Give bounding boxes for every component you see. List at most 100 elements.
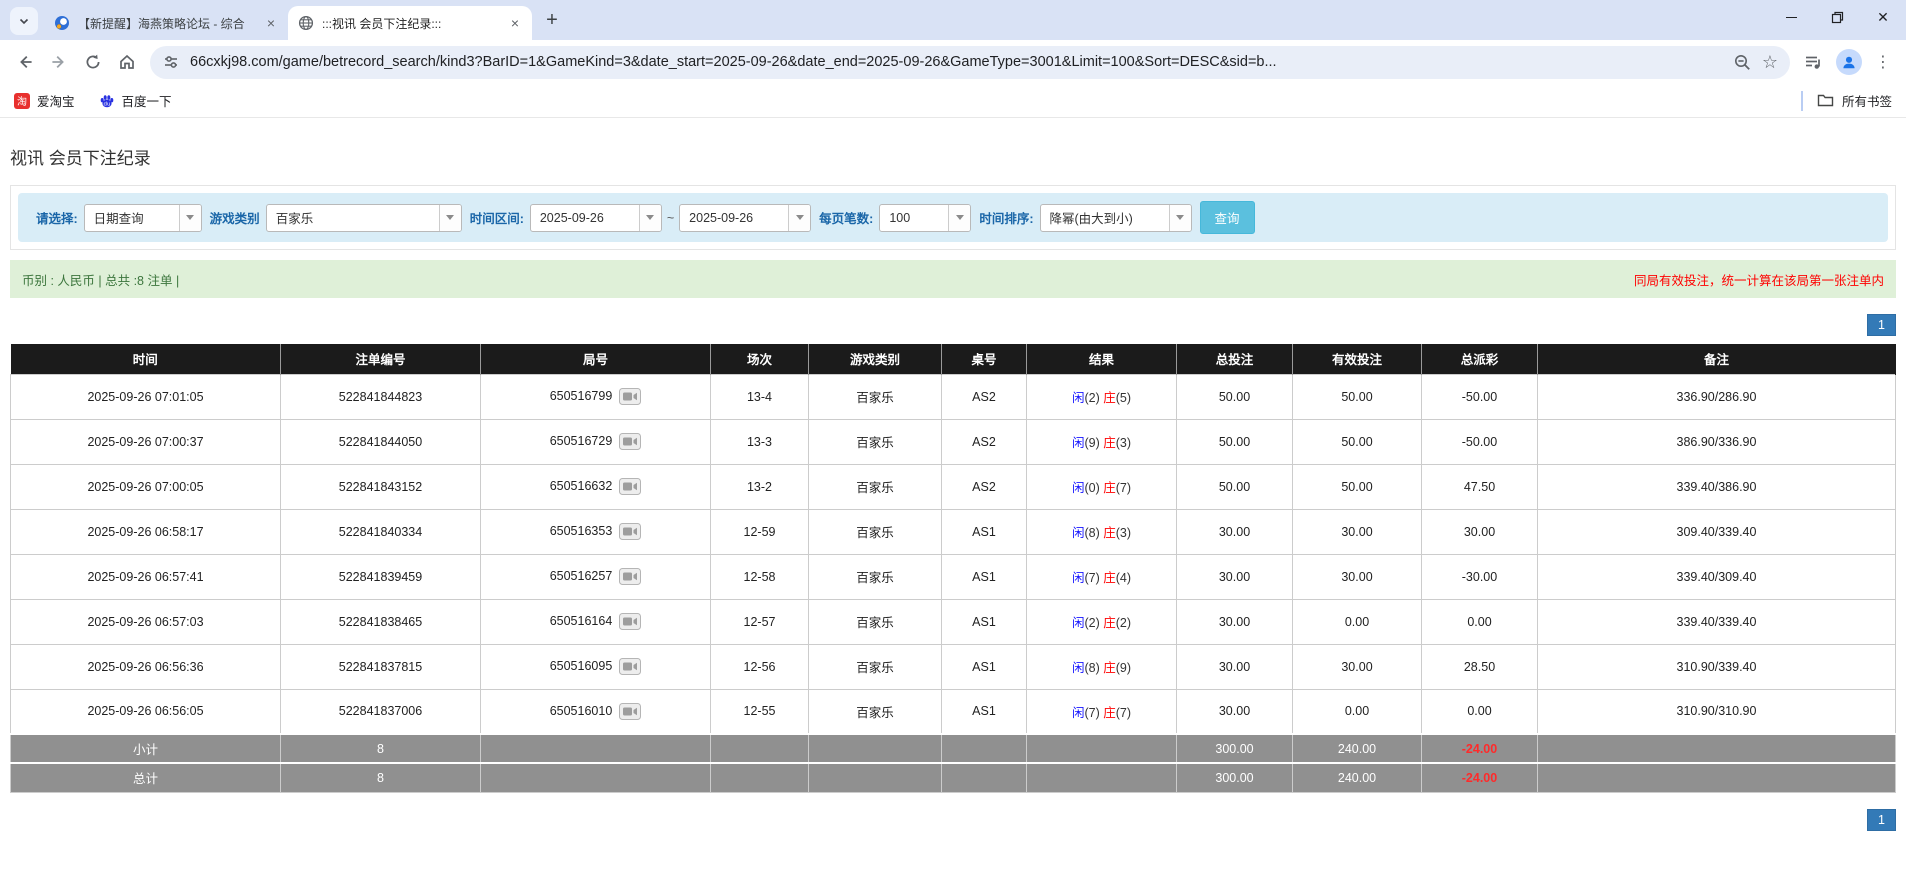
avatar-person-icon — [1840, 53, 1858, 71]
table-row: 2025-09-26 06:56:05 522841837006 6505160… — [11, 689, 1896, 734]
tab-strip: 【新提醒】海燕策略论坛 - 综合 × :::视讯 会员下注纪录::: × + ✕ — [0, 0, 1906, 40]
game-type-select[interactable]: 百家乐 — [266, 204, 462, 232]
browser-toolbar: 66cxkj98.com/game/betrecord_search/kind3… — [0, 40, 1906, 84]
forward-button[interactable] — [42, 45, 76, 79]
tab-bet-records[interactable]: :::视讯 会员下注纪录::: × — [288, 6, 532, 40]
new-tab-button[interactable]: + — [538, 6, 566, 34]
filter-bar: 请选择: 日期查询 游戏类别 百家乐 时间区间: 2025-09-26 ~ 20… — [18, 193, 1888, 242]
back-icon — [15, 52, 35, 72]
header-round: 局号 — [481, 344, 711, 374]
address-bar[interactable]: 66cxkj98.com/game/betrecord_search/kind3… — [150, 46, 1790, 79]
sort-order-value: 降幂(由大到小) — [1041, 208, 1169, 227]
cell-game-type: 百家乐 — [809, 554, 942, 599]
cell-time: 2025-09-26 06:58:17 — [11, 509, 281, 554]
reload-button[interactable] — [76, 45, 110, 79]
video-replay-button[interactable] — [619, 613, 641, 630]
video-replay-icon — [619, 523, 641, 540]
cell-round: 650516632 — [481, 464, 711, 509]
page-title: 视讯 会员下注纪录 — [10, 144, 1906, 169]
bet-records-table: 时间 注单编号 局号 场次 游戏类别 桌号 结果 总投注 有效投注 总派彩 备注… — [10, 344, 1896, 793]
header-session: 场次 — [711, 344, 809, 374]
window-minimize-button[interactable] — [1768, 0, 1814, 34]
home-button[interactable] — [110, 45, 144, 79]
video-replay-button[interactable] — [619, 433, 641, 450]
cell-bet-id: 522841844823 — [281, 374, 481, 419]
cell-result: 闲(7) 庄(4) — [1027, 554, 1177, 599]
cell-table-no: AS1 — [942, 554, 1027, 599]
round-number: 650516257 — [550, 569, 613, 583]
back-button[interactable] — [8, 45, 42, 79]
restore-icon — [1831, 11, 1844, 24]
cell-payout: 0.00 — [1422, 599, 1538, 644]
cell-note: 386.90/336.90 — [1538, 419, 1896, 464]
cell-round: 650516353 — [481, 509, 711, 554]
bookmark-star-button[interactable]: ☆ — [1762, 52, 1778, 73]
bookmarks-bar: 淘 爱淘宝 du 百度一下 所有书签 — [0, 84, 1906, 118]
cell-total-bet: 50.00 — [1177, 419, 1293, 464]
chevron-down-icon — [18, 15, 30, 27]
page-size-label: 每页笔数: — [819, 208, 873, 227]
baidu-paw-icon: du — [99, 93, 115, 109]
media-controls-button[interactable] — [1796, 45, 1830, 79]
notice-text: 同局有效投注，统一计算在该局第一张注单内 — [1634, 270, 1884, 289]
date-end-select[interactable]: 2025-09-26 — [679, 204, 811, 232]
table-row: 2025-09-26 07:01:05 522841844823 6505167… — [11, 374, 1896, 419]
video-replay-button[interactable] — [619, 388, 641, 405]
header-result: 结果 — [1027, 344, 1177, 374]
profile-avatar[interactable] — [1836, 49, 1862, 75]
subtotal-label: 小计 — [11, 734, 281, 763]
bookmark-taobao[interactable]: 淘 爱淘宝 — [14, 91, 75, 110]
home-icon — [117, 52, 137, 72]
date-range-label: 时间区间: — [470, 208, 524, 227]
video-replay-button[interactable] — [619, 478, 641, 495]
reload-icon — [83, 52, 103, 72]
video-replay-button[interactable] — [619, 703, 641, 720]
page-number-button[interactable]: 1 — [1867, 809, 1896, 831]
tab-close-icon[interactable]: × — [506, 14, 524, 32]
cell-payout: 28.50 — [1422, 644, 1538, 689]
video-replay-button[interactable] — [619, 568, 641, 585]
cell-time: 2025-09-26 06:56:36 — [11, 644, 281, 689]
tab-close-icon[interactable]: × — [262, 14, 280, 32]
search-button[interactable]: 查询 — [1200, 201, 1255, 234]
date-start-select[interactable]: 2025-09-26 — [530, 204, 662, 232]
svg-text:淘: 淘 — [17, 95, 27, 108]
window-close-button[interactable]: ✕ — [1860, 0, 1906, 34]
cell-game-type: 百家乐 — [809, 374, 942, 419]
minimize-icon — [1786, 17, 1797, 18]
video-replay-button[interactable] — [619, 658, 641, 675]
cell-game-type: 百家乐 — [809, 644, 942, 689]
window-restore-button[interactable] — [1814, 0, 1860, 34]
tab-forum[interactable]: 【新提醒】海燕策略论坛 - 综合 × — [44, 6, 288, 40]
cell-game-type: 百家乐 — [809, 599, 942, 644]
video-replay-icon — [619, 568, 641, 585]
video-replay-button[interactable] — [619, 523, 641, 540]
round-number: 650516799 — [550, 389, 613, 403]
cell-bet-id: 522841837815 — [281, 644, 481, 689]
subtotal-payout: -24.00 — [1422, 734, 1538, 763]
browser-menu-button[interactable]: ⋮ — [1868, 52, 1898, 72]
cell-note: 309.40/339.40 — [1538, 509, 1896, 554]
bookmark-baidu[interactable]: du 百度一下 — [99, 91, 172, 110]
cell-note: 339.40/339.40 — [1538, 599, 1896, 644]
subtotal-total-bet: 300.00 — [1177, 734, 1293, 763]
tab-title: :::视讯 会员下注纪录::: — [322, 15, 506, 32]
zoom-out-button[interactable] — [1733, 53, 1752, 72]
cell-game-type: 百家乐 — [809, 509, 942, 554]
total-count: 8 — [281, 763, 481, 792]
globe-favicon-icon — [298, 15, 314, 31]
all-bookmarks-button[interactable]: 所有书签 — [1817, 91, 1892, 110]
tab-search-button[interactable] — [10, 7, 38, 35]
query-type-select[interactable]: 日期查询 — [84, 204, 202, 232]
cell-round: 650516799 — [481, 374, 711, 419]
cell-bet-id: 522841838465 — [281, 599, 481, 644]
cell-payout: 30.00 — [1422, 509, 1538, 554]
page-number-button[interactable]: 1 — [1867, 314, 1896, 336]
cell-total-bet: 30.00 — [1177, 599, 1293, 644]
page-size-select[interactable]: 100 — [879, 204, 971, 232]
bet-table-body: 2025-09-26 07:01:05 522841844823 6505167… — [11, 374, 1896, 734]
cell-time: 2025-09-26 06:56:05 — [11, 689, 281, 734]
sort-order-select[interactable]: 降幂(由大到小) — [1040, 204, 1192, 232]
total-total-bet: 300.00 — [1177, 763, 1293, 792]
currency-summary-text: 币别 : 人民币 | 总共 :8 注单 | — [22, 270, 179, 289]
